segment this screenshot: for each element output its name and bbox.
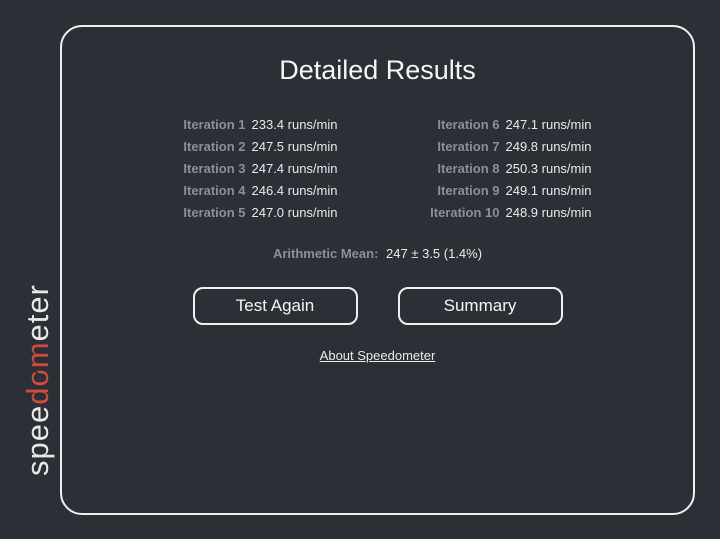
iteration-value: 247.5 runs/min xyxy=(252,136,338,158)
iteration-label: Iteration 7 xyxy=(418,136,500,158)
iteration-value: 247.4 runs/min xyxy=(252,158,338,180)
iteration-row: Iteration 10 248.9 runs/min xyxy=(418,202,592,224)
logo-gauge-o: o xyxy=(20,368,56,386)
iteration-value: 249.1 runs/min xyxy=(506,180,592,202)
iteration-row: Iteration 8 250.3 runs/min xyxy=(418,158,592,180)
iteration-label: Iteration 8 xyxy=(418,158,500,180)
about-speedometer-link[interactable]: About Speedometer xyxy=(320,348,436,363)
results-column-right: Iteration 6 247.1 runs/min Iteration 7 249… xyxy=(418,114,592,224)
iteration-value: 247.0 runs/min xyxy=(252,202,338,224)
iteration-row: Iteration 2 247.5 runs/min xyxy=(164,136,338,158)
iteration-value: 246.4 runs/min xyxy=(252,180,338,202)
iteration-label: Iteration 3 xyxy=(164,158,246,180)
iteration-label: Iteration 5 xyxy=(164,202,246,224)
iteration-label: Iteration 6 xyxy=(418,114,500,136)
logo-text-d: d xyxy=(20,387,55,405)
iteration-label: Iteration 1 xyxy=(164,114,246,136)
iteration-value: 249.8 runs/min xyxy=(506,136,592,158)
mean-value: 247 ± 3.5 (1.4%) xyxy=(386,246,482,261)
summary-button[interactable]: Summary xyxy=(398,287,563,325)
results-column-left: Iteration 1 233.4 runs/min Iteration 2 247… xyxy=(164,114,338,224)
logo-text-eter: eter xyxy=(20,284,55,341)
results-panel: Detailed Results Iteration 1 233.4 runs/m… xyxy=(60,25,695,515)
iteration-label: Iteration 9 xyxy=(418,180,500,202)
iteration-value: 233.4 runs/min xyxy=(252,114,338,136)
iteration-label: Iteration 4 xyxy=(164,180,246,202)
iteration-label: Iteration 10 xyxy=(418,202,500,224)
iteration-row: Iteration 6 247.1 runs/min xyxy=(418,114,592,136)
page-title: Detailed Results xyxy=(102,55,653,86)
logo-text-m: m xyxy=(20,341,55,368)
test-again-button[interactable]: Test Again xyxy=(193,287,358,325)
about-section: About Speedometer xyxy=(102,347,653,365)
action-buttons: Test Again Summary xyxy=(102,287,653,325)
iteration-row: Iteration 5 247.0 runs/min xyxy=(164,202,338,224)
iteration-row: Iteration 3 247.4 runs/min xyxy=(164,158,338,180)
mean-label: Arithmetic Mean: xyxy=(273,246,378,261)
iteration-row: Iteration 7 249.8 runs/min xyxy=(418,136,592,158)
speedometer-logo: speedometer xyxy=(20,284,56,476)
iteration-row: Iteration 1 233.4 runs/min xyxy=(164,114,338,136)
iteration-row: Iteration 4 246.4 runs/min xyxy=(164,180,338,202)
logo-text-spee: spee xyxy=(20,405,55,476)
iteration-value: 250.3 runs/min xyxy=(506,158,592,180)
iteration-label: Iteration 2 xyxy=(164,136,246,158)
iteration-value: 247.1 runs/min xyxy=(506,114,592,136)
iteration-value: 248.9 runs/min xyxy=(506,202,592,224)
iteration-results: Iteration 1 233.4 runs/min Iteration 2 247… xyxy=(102,114,653,224)
iteration-row: Iteration 9 249.1 runs/min xyxy=(418,180,592,202)
arithmetic-mean: Arithmetic Mean: 247 ± 3.5 (1.4%) xyxy=(102,246,653,261)
